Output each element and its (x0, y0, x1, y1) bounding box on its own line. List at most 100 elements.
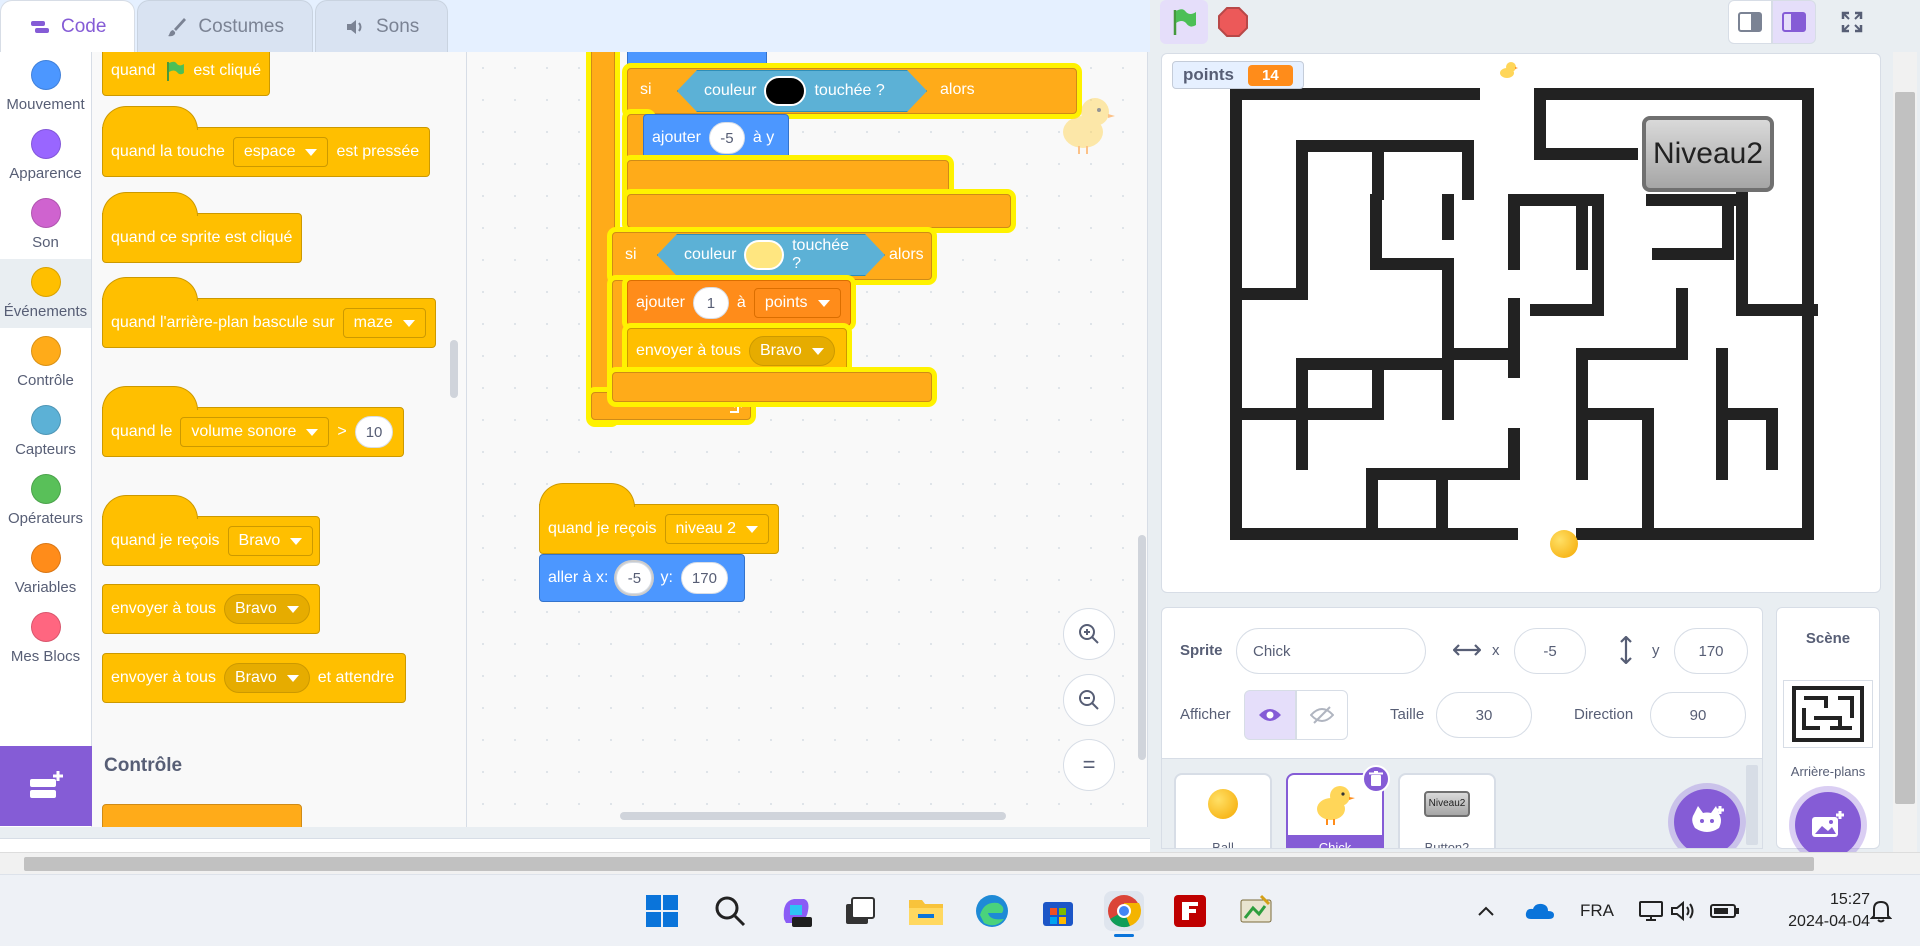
change-variable-block[interactable]: ajouter 1 à points (627, 280, 851, 326)
show-sprite-button[interactable] (1244, 690, 1296, 740)
zoom-out-button[interactable] (1063, 674, 1115, 726)
edge-button[interactable] (972, 891, 1012, 931)
fullscreen-button[interactable] (1830, 0, 1874, 44)
zoom-reset-button[interactable]: = (1063, 739, 1115, 791)
small-stage-button[interactable] (1728, 0, 1772, 44)
page-vertical-scrollbar-track[interactable] (1893, 52, 1917, 852)
filezilla-button[interactable] (1170, 891, 1210, 931)
threshold-input[interactable]: 10 (354, 416, 394, 448)
choose-backdrop-button[interactable] (1795, 792, 1861, 858)
when-backdrop-switches-block[interactable]: quand l'arrière-plan bascule sur maze (102, 277, 436, 348)
stage-canvas[interactable]: points 14 Niveau2 (1161, 53, 1881, 593)
when-flag-clicked-block[interactable]: quand est cliqué (102, 52, 270, 96)
color-swatch[interactable] (764, 76, 806, 106)
sprite-name-input[interactable]: Chick (1236, 628, 1426, 674)
page-vertical-scrollbar-thumb[interactable] (1895, 92, 1915, 804)
niveau2-sprite-button[interactable]: Niveau2 (1642, 116, 1774, 192)
category-events[interactable]: Événements (0, 259, 91, 328)
stop-button[interactable] (1215, 4, 1251, 40)
direction-input[interactable]: 90 (1650, 692, 1746, 738)
y-position-input[interactable]: 170 (1674, 628, 1748, 674)
key-dropdown[interactable]: espace (232, 137, 329, 167)
color-swatch[interactable] (744, 240, 784, 270)
onedrive-button[interactable] (1520, 891, 1560, 931)
go-to-xy-block[interactable]: aller à x: -5 y: 170 (539, 554, 745, 602)
volume-button[interactable] (1668, 891, 1698, 931)
block-text: aller à x: (548, 569, 609, 586)
when-sprite-clicked-block[interactable]: quand ce sprite est cliqué (102, 192, 302, 263)
when-greater-than-block[interactable]: quand le volume sonore > 10 (102, 386, 404, 457)
broadcast-and-wait-block[interactable]: envoyer à tous Bravo et attendre (102, 653, 406, 703)
network-button[interactable] (1636, 891, 1666, 931)
normal-stage-button[interactable] (1772, 0, 1816, 44)
change-y-input[interactable]: -5 (708, 122, 745, 154)
script-area[interactable]: si alors couleur touchée ? ajouter -5 à … (467, 52, 1148, 827)
show-hidden-icons-button[interactable] (1472, 891, 1500, 931)
category-motion[interactable]: Mouvement (0, 52, 91, 121)
when-i-receive-block[interactable]: quand je reçois Bravo (102, 495, 320, 566)
notifications-button[interactable] (1866, 891, 1896, 931)
choose-sprite-button[interactable] (1674, 789, 1740, 848)
green-flag-button[interactable] (1160, 0, 1208, 44)
tab-code[interactable]: Code (0, 0, 136, 52)
add-extension-button[interactable] (0, 746, 92, 826)
y-input[interactable]: 170 (680, 562, 728, 594)
script-vertical-scrollbar[interactable] (1138, 535, 1146, 760)
category-operators[interactable]: Opérateurs (0, 466, 91, 535)
delete-sprite-button[interactable] (1362, 765, 1390, 793)
category-sensing[interactable]: Capteurs (0, 397, 91, 466)
language-indicator[interactable]: FRA (1580, 901, 1614, 921)
message-dropdown[interactable]: niveau 2 (664, 514, 770, 544)
change-amount-input[interactable]: 1 (692, 287, 729, 319)
zoom-in-button[interactable] (1063, 608, 1115, 660)
broadcast-dropdown[interactable]: Bravo (223, 663, 310, 693)
task-view-button[interactable] (840, 891, 880, 931)
backdrop-dropdown[interactable]: maze (342, 308, 426, 338)
palette-scrollbar[interactable] (450, 340, 458, 398)
sprite-thumb-button2[interactable]: Niveau2 Button2 (1398, 773, 1496, 848)
change-y-block[interactable]: ajouter -5 à y (643, 114, 789, 162)
search-button[interactable] (710, 891, 750, 931)
category-looks[interactable]: Apparence (0, 121, 91, 190)
scratch-app-button[interactable] (1236, 891, 1276, 931)
hide-sprite-button[interactable] (1296, 690, 1348, 740)
store-button[interactable] (1038, 891, 1078, 931)
category-my-blocks[interactable]: Mes Blocs (0, 604, 91, 673)
touching-color-block[interactable]: couleur touchée ? (677, 70, 927, 112)
x-position-input[interactable]: -5 (1514, 628, 1586, 674)
variable-dropdown[interactable]: points (753, 288, 841, 318)
sprite-list-scrollbar[interactable] (1746, 765, 1758, 845)
file-explorer-button[interactable] (906, 891, 946, 931)
page-horizontal-scrollbar[interactable] (0, 852, 1920, 874)
message-dropdown[interactable]: Bravo (227, 526, 314, 556)
category-control[interactable]: Contrôle (0, 328, 91, 397)
control-wait-block[interactable] (102, 804, 302, 827)
broadcast-block[interactable]: envoyer à tous Bravo (627, 328, 847, 374)
clock[interactable]: 15:27 2024-04-04 (1760, 889, 1870, 933)
stage-selector[interactable]: Scène Arrière-plans (1776, 607, 1880, 858)
broadcast-dropdown[interactable]: Bravo (748, 336, 835, 366)
motion-block[interactable] (627, 52, 767, 68)
chick-sprite-icon[interactable] (1498, 60, 1518, 80)
ball-sprite[interactable] (1550, 530, 1578, 558)
script-horizontal-scrollbar[interactable] (620, 812, 1006, 820)
copilot-button[interactable] (776, 891, 816, 931)
broadcast-dropdown[interactable]: Bravo (223, 594, 310, 624)
category-variables[interactable]: Variables (0, 535, 91, 604)
start-button[interactable] (642, 891, 682, 931)
when-key-pressed-block[interactable]: quand la touche espace est pressée (102, 106, 430, 177)
touching-color-block[interactable]: couleur touchée ? (657, 234, 885, 276)
when-i-receive-block[interactable]: quand je reçois niveau 2 (539, 483, 779, 554)
size-input[interactable]: 30 (1436, 692, 1532, 738)
variable-monitor-points[interactable]: points 14 (1172, 61, 1304, 89)
battery-button[interactable] (1708, 891, 1742, 931)
broadcast-block[interactable]: envoyer à tous Bravo (102, 584, 320, 634)
sensor-dropdown[interactable]: volume sonore (180, 417, 330, 447)
chrome-button[interactable] (1104, 891, 1144, 937)
category-sound[interactable]: Son (0, 190, 91, 259)
tab-costumes[interactable]: Costumes (137, 0, 313, 52)
sprite-thumb-ball[interactable]: Ball (1174, 773, 1272, 848)
x-input[interactable]: -5 (616, 562, 653, 594)
page-horizontal-scrollbar-thumb[interactable] (24, 857, 1814, 871)
tab-sounds[interactable]: Sons (314, 0, 449, 52)
